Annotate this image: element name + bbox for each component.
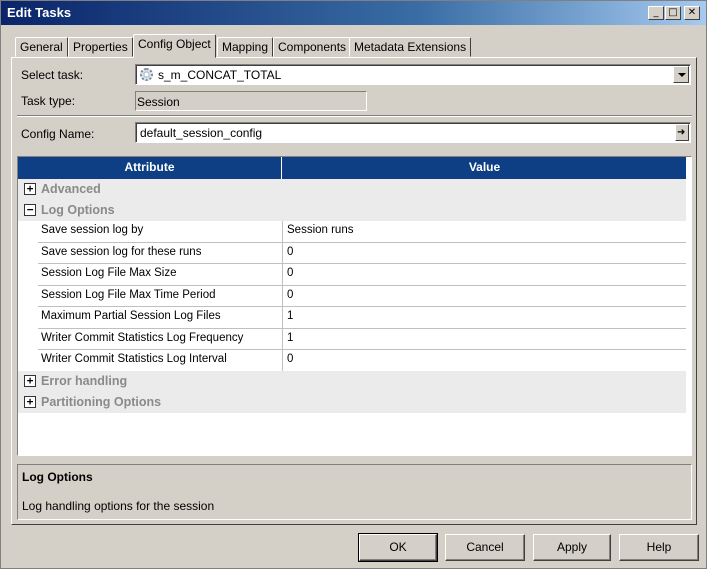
attribute-cell: Writer Commit Statistics Log Frequency bbox=[38, 328, 283, 349]
ok-button[interactable]: OK bbox=[358, 533, 438, 562]
description-text: Log handling options for the session bbox=[22, 499, 215, 513]
description-panel: Log Options Log handling options for the… bbox=[17, 464, 692, 520]
maximize-button[interactable]: □ bbox=[665, 6, 681, 20]
tab-properties[interactable]: Properties bbox=[68, 37, 133, 57]
minimize-button[interactable]: _ bbox=[648, 6, 664, 20]
value-cell[interactable]: Session runs bbox=[284, 221, 684, 242]
tab-config-object[interactable]: Config Object bbox=[133, 34, 216, 58]
config-name-field[interactable]: default_session_config ➜ bbox=[135, 122, 691, 143]
attribute-cell: Session Log File Max Time Period bbox=[38, 285, 283, 306]
help-button[interactable]: Help bbox=[619, 534, 699, 561]
close-button[interactable]: ✕ bbox=[684, 6, 700, 20]
table-row[interactable]: Session Log File Max Size 0 bbox=[38, 264, 686, 286]
tab-metadata-extensions[interactable]: Metadata Extensions bbox=[349, 37, 472, 57]
attribute-cell: Writer Commit Statistics Log Interval bbox=[38, 350, 283, 371]
expand-icon[interactable]: + bbox=[24, 375, 36, 387]
attribute-cell: Save session log by bbox=[38, 221, 283, 242]
grid-header: Attribute Value bbox=[18, 157, 686, 179]
task-type-label: Task type: bbox=[21, 94, 76, 108]
group-label: Log Options bbox=[41, 203, 115, 217]
task-type-field: Session bbox=[135, 91, 367, 111]
value-column-header[interactable]: Value bbox=[283, 157, 686, 179]
attribute-grid[interactable]: Attribute Value + Advanced − Log Options… bbox=[17, 156, 692, 456]
table-row[interactable]: Maximum Partial Session Log Files 1 bbox=[38, 307, 686, 329]
attribute-column-header[interactable]: Attribute bbox=[18, 157, 282, 179]
value-cell[interactable]: 0 bbox=[284, 286, 684, 307]
table-row[interactable]: Session Log File Max Time Period 0 bbox=[38, 285, 686, 307]
config-name-label: Config Name: bbox=[21, 127, 95, 141]
select-task-dropdown-button[interactable] bbox=[673, 66, 689, 83]
session-gear-icon bbox=[140, 68, 153, 81]
select-task-dropdown[interactable]: s_m_CONCAT_TOTAL bbox=[135, 64, 691, 85]
group-label: Error handling bbox=[41, 374, 128, 388]
value-cell[interactable]: 0 bbox=[284, 264, 684, 285]
attribute-cell: Session Log File Max Size bbox=[38, 264, 283, 285]
table-row[interactable]: Save session log for these runs 0 bbox=[38, 242, 686, 264]
group-error-handling[interactable]: + Error handling bbox=[18, 371, 686, 392]
group-advanced[interactable]: + Advanced bbox=[18, 179, 686, 200]
description-title: Log Options bbox=[22, 470, 93, 484]
group-label: Partitioning Options bbox=[41, 395, 162, 409]
tab-mapping[interactable]: Mapping bbox=[217, 37, 274, 57]
tab-general[interactable]: General bbox=[15, 37, 68, 57]
select-task-value: s_m_CONCAT_TOTAL bbox=[158, 68, 282, 82]
table-row[interactable]: Writer Commit Statistics Log Frequency 1 bbox=[38, 328, 686, 350]
group-log-options[interactable]: − Log Options bbox=[18, 200, 686, 221]
attribute-cell: Save session log for these runs bbox=[38, 242, 283, 263]
cancel-button[interactable]: Cancel bbox=[445, 534, 525, 561]
collapse-icon[interactable]: − bbox=[24, 204, 36, 216]
config-name-value: default_session_config bbox=[140, 126, 263, 140]
expand-icon[interactable]: + bbox=[24, 396, 36, 408]
select-task-label: Select task: bbox=[21, 68, 84, 82]
group-partitioning-options[interactable]: + Partitioning Options bbox=[18, 392, 686, 413]
table-row[interactable]: Writer Commit Statistics Log Interval 0 bbox=[38, 350, 686, 372]
expand-icon[interactable]: + bbox=[24, 183, 36, 195]
edit-tasks-dialog: Edit Tasks _ □ ✕ General Properties Conf… bbox=[0, 0, 707, 569]
group-label: Advanced bbox=[41, 182, 101, 196]
value-cell[interactable]: 0 bbox=[284, 243, 684, 264]
value-cell[interactable]: 1 bbox=[284, 307, 684, 328]
separator bbox=[17, 115, 692, 117]
task-type-value: Session bbox=[137, 95, 180, 109]
title-bar[interactable]: Edit Tasks _ □ ✕ bbox=[1, 1, 706, 25]
attribute-cell: Maximum Partial Session Log Files bbox=[38, 307, 283, 328]
value-cell[interactable]: 1 bbox=[284, 329, 684, 350]
tab-components[interactable]: Components bbox=[273, 37, 352, 57]
chevron-down-icon bbox=[678, 73, 686, 77]
value-cell[interactable]: 0 bbox=[284, 350, 684, 371]
apply-button[interactable]: Apply bbox=[533, 534, 611, 561]
config-browse-button[interactable]: ➜ bbox=[675, 124, 689, 141]
table-row[interactable]: Save session log by Session runs bbox=[38, 221, 686, 243]
browse-arrow-icon: ➜ bbox=[677, 127, 686, 138]
window-title: Edit Tasks bbox=[7, 5, 72, 20]
